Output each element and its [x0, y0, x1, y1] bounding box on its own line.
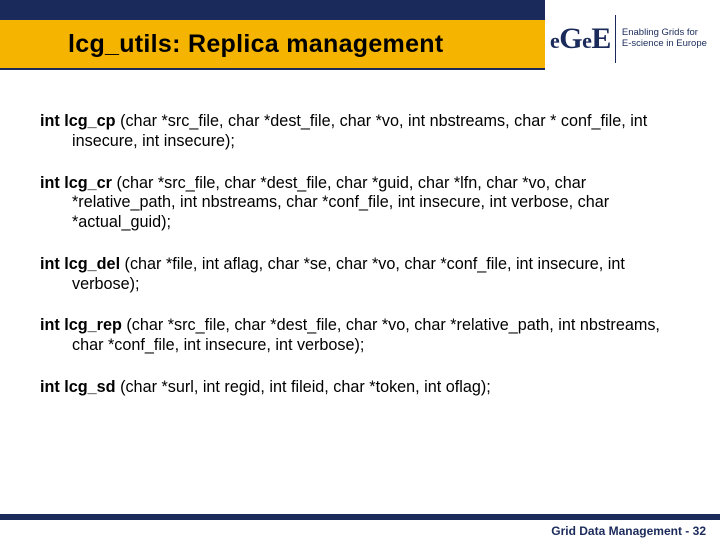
slide-header: lcg_utils: Replica management eGee Enabl…: [0, 0, 720, 78]
function-name: lcg_sd: [64, 378, 115, 396]
return-type: int: [40, 378, 60, 396]
footer-label: Grid Data Management: [551, 524, 682, 538]
return-type: int: [40, 112, 60, 130]
fn-lcg-sd: int lcg_sd (char *surl, int regid, int f…: [40, 378, 680, 398]
title-bar: lcg_utils: Replica management: [0, 20, 545, 70]
params: (char *src_file, char *dest_file, char *…: [72, 112, 647, 150]
params: (char *src_file, char *dest_file, char *…: [72, 174, 609, 232]
params: (char *surl, int regid, int fileid, char…: [116, 378, 491, 396]
fn-lcg-del: int lcg_del (char *file, int aflag, char…: [40, 255, 680, 295]
return-type: int: [40, 255, 60, 273]
function-list: int lcg_cp (char *src_file, char *dest_f…: [40, 112, 680, 420]
function-name: lcg_cr: [64, 174, 112, 192]
logo-separator: [615, 15, 616, 63]
fn-lcg-cr: int lcg_cr (char *src_file, char *dest_f…: [40, 174, 680, 233]
egee-logo: eGee Enabling Grids for E-science in Eur…: [550, 6, 710, 72]
footer-text: Grid Data Management - 32: [551, 524, 706, 538]
header-top-strip: [0, 0, 545, 20]
tagline-line-1: Enabling Grids for: [622, 27, 698, 38]
egee-logo-mark: eGee: [550, 24, 611, 54]
return-type: int: [40, 316, 60, 334]
return-type: int: [40, 174, 60, 192]
footer-bar: [0, 514, 720, 520]
fn-lcg-cp: int lcg_cp (char *src_file, char *dest_f…: [40, 112, 680, 152]
params: (char *src_file, char *dest_file, char *…: [72, 316, 660, 354]
fn-lcg-rep: int lcg_rep (char *src_file, char *dest_…: [40, 316, 680, 356]
slide-title: lcg_utils: Replica management: [68, 30, 443, 59]
egee-logo-tagline: Enabling Grids for E-science in Europe: [622, 28, 708, 50]
page-number: 32: [693, 524, 706, 538]
footer-sep: -: [682, 524, 693, 538]
function-name: lcg_rep: [64, 316, 122, 334]
function-name: lcg_del: [64, 255, 120, 273]
tagline-line-2: E-science in Europe: [622, 38, 707, 49]
function-name: lcg_cp: [64, 112, 115, 130]
params: (char *file, int aflag, char *se, char *…: [72, 255, 625, 293]
